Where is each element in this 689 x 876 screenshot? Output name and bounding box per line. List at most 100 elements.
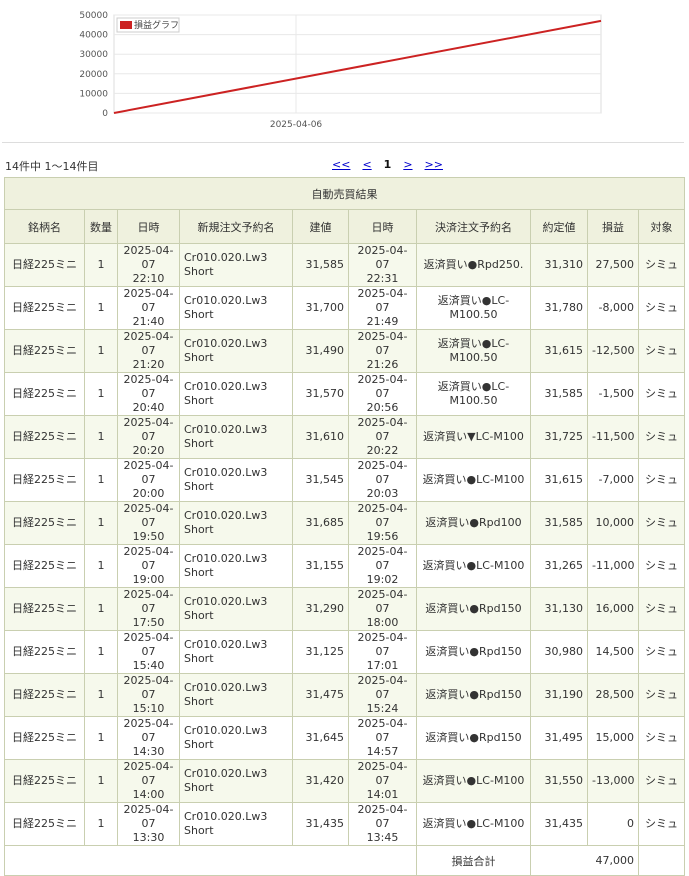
new-order-cell: Cr010.020.Lw3 Short — [179, 587, 293, 631]
close-datetime-cell: 2025-04-07 20:03 — [348, 458, 417, 502]
column-header: 新規注文予約名 — [179, 209, 293, 244]
new-order-cell: Cr010.020.Lw3 Short — [179, 286, 293, 330]
column-header: 数量 — [84, 209, 118, 244]
exit-order-cell: 返済買い●Rpd150 — [416, 716, 531, 760]
close-datetime-cell-time: 21:26 — [366, 358, 399, 371]
close-datetime-cell-date: 2025-04-07 — [357, 545, 408, 572]
close-datetime-cell-time: 18:00 — [366, 616, 399, 629]
new-order-cell: Cr010.020.Lw3 Short — [179, 630, 293, 674]
close-datetime-cell-time: 15:24 — [366, 702, 399, 715]
fill-price-cell: 31,725 — [530, 415, 588, 459]
open-datetime-cell-date: 2025-04-07 — [123, 502, 174, 529]
close-datetime-cell-date: 2025-04-07 — [357, 373, 408, 400]
close-datetime-cell-date: 2025-04-07 — [357, 803, 408, 830]
close-datetime-cell-date: 2025-04-07 — [357, 244, 408, 271]
close-datetime-cell-time: 13:45 — [366, 831, 399, 844]
open-datetime-cell-date: 2025-04-07 — [123, 244, 174, 271]
table-row: 日経225ミニ 1 2025-04-07 20:00 Cr010.020.Lw3 Sho… — [4, 458, 685, 502]
open-datetime-cell-time: 21:40 — [132, 315, 165, 328]
close-datetime-cell-time: 22:31 — [366, 272, 399, 285]
symbol-cell: 日経225ミニ — [4, 630, 85, 674]
entry-price-cell: 31,475 — [292, 673, 349, 717]
column-header: 損益 — [587, 209, 639, 244]
open-datetime-cell: 2025-04-07 21:20 — [117, 329, 180, 373]
close-datetime-cell: 2025-04-07 13:45 — [348, 802, 417, 846]
page-first-link[interactable]: << — [332, 158, 350, 171]
table-row: 日経225ミニ 1 2025-04-07 17:50 Cr010.020.Lw3 Sho… — [4, 587, 685, 631]
open-datetime-cell-date: 2025-04-07 — [123, 459, 174, 486]
open-datetime-cell-time: 15:10 — [132, 702, 165, 715]
page-last-link[interactable]: >> — [425, 158, 443, 171]
x-tick-label: 2025-04-06 — [270, 120, 323, 130]
exit-order-cell: 返済買い●LC-M100.50 — [416, 286, 531, 330]
open-datetime-cell-date: 2025-04-07 — [123, 545, 174, 572]
exit-order-cell: 返済買い●Rpd150 — [416, 630, 531, 674]
fill-price-cell: 31,615 — [530, 458, 588, 502]
profit-loss-cell: -13,000 — [587, 759, 639, 803]
symbol-cell: 日経225ミニ — [4, 329, 85, 373]
y-tick-label: 10000 — [79, 89, 108, 99]
table-row: 日経225ミニ 1 2025-04-07 15:40 Cr010.020.Lw3 Sho… — [4, 630, 685, 674]
new-order-cell: Cr010.020.Lw3 Short — [179, 458, 293, 502]
symbol-cell: 日経225ミニ — [4, 759, 85, 803]
result-count: 14件中 1〜14件目 — [5, 160, 99, 173]
symbol-cell: 日経225ミニ — [4, 458, 85, 502]
profit-loss-cell: -12,500 — [587, 329, 639, 373]
open-datetime-cell-date: 2025-04-07 — [123, 803, 174, 830]
target-cell: シミュ — [638, 501, 685, 545]
exit-order-cell: 返済買い●Rpd100 — [416, 501, 531, 545]
close-datetime-cell: 2025-04-07 21:26 — [348, 329, 417, 373]
table-title: 自動売買結果 — [4, 177, 685, 210]
y-tick-label: 50000 — [79, 11, 108, 21]
open-datetime-cell-time: 20:40 — [132, 401, 165, 414]
open-datetime-cell-time: 14:00 — [132, 788, 165, 801]
target-cell: シミュ — [638, 673, 685, 717]
close-datetime-cell: 2025-04-07 14:01 — [348, 759, 417, 803]
close-datetime-cell-date: 2025-04-07 — [357, 674, 408, 701]
open-datetime-cell-date: 2025-04-07 — [123, 717, 174, 744]
target-cell: シミュ — [638, 587, 685, 631]
new-order-cell: Cr010.020.Lw3 Short — [179, 716, 293, 760]
y-tick-label: 30000 — [79, 50, 108, 60]
symbol-cell: 日経225ミニ — [4, 716, 85, 760]
page-next-link[interactable]: > — [403, 158, 412, 171]
exit-order-cell: 返済買い●LC-M100 — [416, 802, 531, 846]
profit-loss-cell: 14,500 — [587, 630, 639, 674]
open-datetime-cell: 2025-04-07 20:40 — [117, 372, 180, 416]
quantity-cell: 1 — [84, 759, 118, 803]
close-datetime-cell: 2025-04-07 20:22 — [348, 415, 417, 459]
fill-price-cell: 31,585 — [530, 501, 588, 545]
quantity-cell: 1 — [84, 802, 118, 846]
profit-loss-cell: -11,000 — [587, 544, 639, 588]
close-datetime-cell: 2025-04-07 15:24 — [348, 673, 417, 717]
summary-spacer — [4, 845, 417, 876]
open-datetime-cell-time: 20:00 — [132, 487, 165, 500]
symbol-cell: 日経225ミニ — [4, 501, 85, 545]
entry-price-cell: 31,610 — [292, 415, 349, 459]
exit-order-cell: 返済買い▼LC-M100 — [416, 415, 531, 459]
fill-price-cell: 31,615 — [530, 329, 588, 373]
open-datetime-cell-date: 2025-04-07 — [123, 287, 174, 314]
page-prev-link[interactable]: < — [362, 158, 371, 171]
symbol-cell: 日経225ミニ — [4, 243, 85, 287]
quantity-cell: 1 — [84, 673, 118, 717]
open-datetime-cell: 2025-04-07 19:00 — [117, 544, 180, 588]
entry-price-cell: 31,490 — [292, 329, 349, 373]
column-header: 日時 — [117, 209, 180, 244]
total-label: 損益合計 — [416, 845, 531, 876]
open-datetime-cell-time: 15:40 — [132, 659, 165, 672]
entry-price-cell: 31,545 — [292, 458, 349, 502]
new-order-cell: Cr010.020.Lw3 Short — [179, 802, 293, 846]
fill-price-cell: 30,980 — [530, 630, 588, 674]
open-datetime-cell: 2025-04-07 13:30 — [117, 802, 180, 846]
target-cell: シミュ — [638, 415, 685, 459]
close-datetime-cell-time: 20:03 — [366, 487, 399, 500]
target-cell: シミュ — [638, 544, 685, 588]
symbol-cell: 日経225ミニ — [4, 286, 85, 330]
quantity-cell: 1 — [84, 415, 118, 459]
target-cell: シミュ — [638, 630, 685, 674]
fill-price-cell: 31,435 — [530, 802, 588, 846]
table-row: 日経225ミニ 1 2025-04-07 21:40 Cr010.020.Lw3 Sho… — [4, 286, 685, 330]
quantity-cell: 1 — [84, 458, 118, 502]
fill-price-cell: 31,310 — [530, 243, 588, 287]
